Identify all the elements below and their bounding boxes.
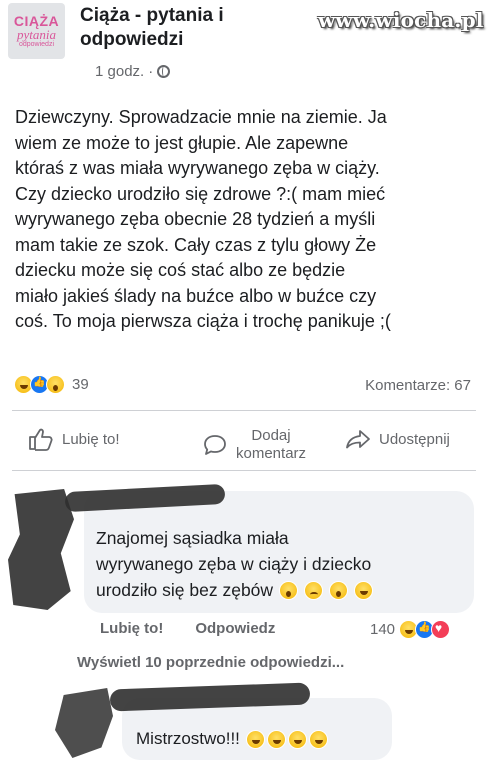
comment-line: Znajomej sąsiadka miała — [96, 528, 289, 548]
comment-bubble-icon — [204, 435, 226, 455]
logo-text: CIĄŻA — [13, 12, 60, 29]
post-reactions-summary[interactable]: 39 — [14, 375, 89, 394]
post-line: wyrywanego zęba obecnie 28 tydzień a myś… — [15, 209, 376, 229]
post-meta: 1 godz. · — [95, 63, 171, 80]
comment-reply-button[interactable]: Odpowiedz — [195, 620, 275, 637]
laughing-emoji-icon — [287, 729, 307, 749]
group-avatar-logo[interactable]: CIĄŻA pytania odpowiedzi — [8, 3, 65, 59]
meta-separator: · — [148, 63, 154, 80]
post-timestamp[interactable]: 1 godz. — [95, 63, 144, 80]
nerd-emoji-icon — [354, 580, 374, 600]
smile-emoji-icon — [304, 580, 324, 600]
comment-text: Mistrzostwo!!! — [136, 729, 328, 749]
share-button-label: Udostępnij — [379, 430, 450, 448]
post-line: dziecku może się coś stać albo ze będzie — [15, 260, 346, 280]
comment-label-line2: komentarz — [236, 445, 307, 462]
scream-emoji-icon — [329, 580, 349, 600]
avatar[interactable] — [55, 688, 113, 758]
laughing-emoji-icon — [266, 729, 286, 749]
watermark: www.wiocha.pl — [318, 8, 484, 32]
post-line: mam takie ze szok. Cały czas z tylu głow… — [15, 234, 377, 255]
comment-actions: Lubię to! Odpowiedz — [100, 620, 275, 637]
post-line: Czy dziecko urodziło się zdrowe ?:( mam … — [15, 183, 386, 204]
globe-icon — [157, 65, 171, 78]
post-line: miało jakieś ślady na buźce albo w buźce… — [15, 285, 377, 306]
avatar[interactable] — [8, 489, 74, 610]
logo-text: odpowiedzi — [18, 40, 55, 48]
wow-reaction-icon — [46, 375, 65, 394]
comment-label-line1: Dodaj — [251, 427, 291, 444]
love-reaction-icon — [431, 620, 451, 639]
like-button-label: Lubię to! — [62, 430, 120, 448]
share-button[interactable]: Udostępnij — [345, 427, 450, 451]
post-line: któraś z was miała wyrywanego zęba w cią… — [15, 158, 380, 178]
post-line: coś. To moja pierwsza ciąża i trochę pan… — [15, 311, 391, 331]
comment-reactions-count: 140 — [370, 621, 396, 638]
comment-line: wyrywanego zęba w ciąży i dziecko — [96, 554, 372, 574]
post-body: Dziewczyny. Sprowadzacie mnie na ziemie.… — [15, 105, 485, 335]
comment-line-text: urodziło się bez zębów — [96, 580, 274, 600]
post-line: wiem ze może to jest głupie. Ale zapewne — [15, 132, 349, 153]
comment-text: Znajomej sąsiadka miała wyrywanego zęba … — [96, 525, 374, 603]
thumbs-up-icon — [29, 428, 53, 451]
view-previous-replies-link[interactable]: Wyświetl 10 poprzednie odpowiedzi... — [77, 654, 344, 671]
comment-reactions[interactable]: 140 — [370, 620, 451, 639]
laughing-emoji-icon — [308, 729, 328, 749]
comment-like-button[interactable]: Lubię to! — [100, 620, 163, 637]
reactions-count: 39 — [72, 376, 89, 393]
comment-button-label: Dodaj komentarz — [236, 427, 306, 463]
like-button[interactable]: Lubię to! — [28, 427, 120, 451]
group-name-link[interactable]: Ciąża - pytania i odpowiedzi — [80, 4, 250, 52]
post-line: Dziewczyny. Sprowadzacie mnie na ziemie.… — [15, 107, 387, 127]
divider — [12, 410, 476, 411]
logo-text: pytania — [17, 26, 56, 42]
shocked-emoji-icon — [279, 580, 299, 600]
comments-count-link[interactable]: Komentarze: 67 — [365, 377, 471, 394]
comment-line: urodziło się bez zębów — [96, 577, 374, 603]
divider — [12, 470, 476, 471]
laughing-emoji-icon — [245, 729, 265, 749]
comment-line-text: Mistrzostwo!!! — [136, 729, 240, 748]
comment-button[interactable]: Dodaj komentarz — [202, 427, 306, 463]
share-arrow-icon — [346, 430, 370, 449]
